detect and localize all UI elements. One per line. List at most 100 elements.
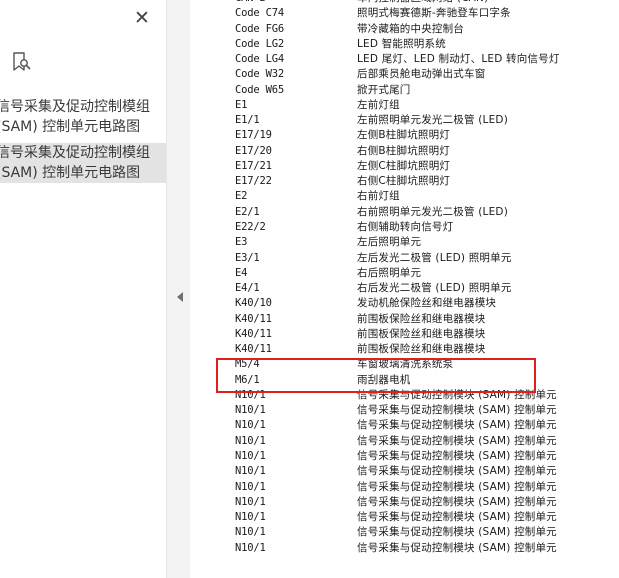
component-description: 照明式梅赛德斯-奔驰登车口字条 bbox=[357, 7, 511, 20]
legend-row: M5/4 车窗玻璃清洗系统泵 bbox=[190, 357, 619, 372]
legend-row: K40/10 发动机舱保险丝和继电器模块 bbox=[190, 296, 619, 311]
component-code: N10/1 bbox=[235, 541, 266, 554]
component-description: 信号采集与促动控制模块 (SAM) 控制单元 bbox=[357, 388, 557, 401]
component-description: 前围板保险丝和继电器模块 bbox=[357, 343, 486, 356]
bookmark-item[interactable]: 信号采集及促动控制模组 (SAM) 控制单元电路图 bbox=[0, 97, 166, 137]
component-code: N10/1 bbox=[235, 495, 266, 508]
legend-row: N10/1 信号采集与促动控制模块 (SAM) 控制单元 bbox=[190, 525, 619, 540]
component-code: K40/10 bbox=[235, 297, 272, 310]
legend-row: E17/21 左侧C柱脚坑照明灯 bbox=[190, 159, 619, 174]
component-description: 右前照明单元发光二极管 (LED) bbox=[357, 205, 508, 218]
legend-row: E1 左前灯组 bbox=[190, 98, 619, 113]
bookmark-item-line2: (SAM) 控制单元电路图 bbox=[0, 119, 141, 135]
legend-row: E17/22 右侧C柱脚坑照明灯 bbox=[190, 174, 619, 189]
component-description: 信号采集与促动控制模块 (SAM) 控制单元 bbox=[357, 434, 557, 447]
component-code: Code LG4 bbox=[235, 53, 284, 66]
component-code: M6/1 bbox=[235, 373, 260, 386]
document-page: CAN B 车内控制器区域网络 (CAN) Code C74 照明式梅赛德斯-奔驰登车… bbox=[190, 0, 619, 578]
component-code: N10/1 bbox=[235, 465, 266, 478]
component-code: N10/1 bbox=[235, 511, 266, 524]
legend-row: E2/1 右前照明单元发光二极管 (LED) bbox=[190, 205, 619, 220]
component-code: Code LG2 bbox=[235, 37, 284, 50]
component-code: N10/1 bbox=[235, 526, 266, 539]
component-code: CAN B bbox=[235, 0, 266, 6]
legend-row: M6/1 雨刮器电机 bbox=[190, 373, 619, 388]
legend-row: E3/1 左后发光二极管 (LED) 照明单元 bbox=[190, 251, 619, 266]
component-description: 信号采集与促动控制模块 (SAM) 控制单元 bbox=[357, 465, 557, 478]
component-description: 右侧B柱脚坑照明灯 bbox=[357, 144, 451, 157]
legend-row: E2 右前灯组 bbox=[190, 189, 619, 204]
legend-row: N10/1 信号采集与促动控制模块 (SAM) 控制单元 bbox=[190, 418, 619, 433]
component-description: 前围板保险丝和继电器模块 bbox=[357, 312, 486, 325]
legend-row: Code FG6 带冷藏箱的中央控制台 bbox=[190, 22, 619, 37]
bookmark-panel: ✕ 信号采集及促动控制模组 (SAM) 控制单元电路图 信号采集及促动控制模组 … bbox=[0, 0, 166, 578]
component-description: 信号采集与促动控制模块 (SAM) 控制单元 bbox=[357, 419, 557, 432]
legend-row: N10/1 信号采集与促动控制模块 (SAM) 控制单元 bbox=[190, 464, 619, 479]
legend-row: N10/1 信号采集与促动控制模块 (SAM) 控制单元 bbox=[190, 403, 619, 418]
component-code: Code W65 bbox=[235, 83, 284, 96]
component-code: N10/1 bbox=[235, 480, 266, 493]
legend-row: K40/11 前围板保险丝和继电器模块 bbox=[190, 312, 619, 327]
component-description: 信号采集与促动控制模块 (SAM) 控制单元 bbox=[357, 541, 557, 554]
legend-row: K40/11 前围板保险丝和继电器模块 bbox=[190, 342, 619, 357]
component-code: E4/1 bbox=[235, 282, 260, 295]
component-code: Code W32 bbox=[235, 68, 284, 81]
component-code: E4 bbox=[235, 266, 248, 279]
component-description: 右前灯组 bbox=[357, 190, 400, 203]
component-code: E17/21 bbox=[235, 159, 272, 172]
component-code: E17/19 bbox=[235, 129, 272, 142]
component-description: 雨刮器电机 bbox=[357, 373, 411, 386]
bookmark-item-line2: (SAM) 控制单元电路图 bbox=[0, 165, 141, 181]
component-description: 信号采集与促动控制模块 (SAM) 控制单元 bbox=[357, 495, 557, 508]
legend-row: Code W32 后部乘员舱电动弹出式车窗 bbox=[190, 67, 619, 82]
legend-row: Code LG2 LED 智能照明系统 bbox=[190, 37, 619, 52]
legend-row: E4/1 右后发光二极管 (LED) 照明单元 bbox=[190, 281, 619, 296]
component-description: 带冷藏箱的中央控制台 bbox=[357, 22, 464, 35]
legend-row: E17/19 左侧B柱脚坑照明灯 bbox=[190, 128, 619, 143]
bookmark-search-icon[interactable] bbox=[9, 50, 33, 74]
legend-row: E4 右后照明单元 bbox=[190, 266, 619, 281]
component-description: 右后发光二极管 (LED) 照明单元 bbox=[357, 282, 512, 295]
component-code: M5/4 bbox=[235, 358, 260, 371]
component-code: N10/1 bbox=[235, 388, 266, 401]
legend-row: N10/1 信号采集与促动控制模块 (SAM) 控制单元 bbox=[190, 449, 619, 464]
legend-row: E22/2 右侧辅助转向信号灯 bbox=[190, 220, 619, 235]
legend-row: E17/20 右侧B柱脚坑照明灯 bbox=[190, 144, 619, 159]
legend-row: E3 左后照明单元 bbox=[190, 235, 619, 250]
component-code: E22/2 bbox=[235, 220, 266, 233]
component-code: K40/11 bbox=[235, 312, 272, 325]
legend-row: N10/1 信号采集与促动控制模块 (SAM) 控制单元 bbox=[190, 480, 619, 495]
component-description: 掀开式尾门 bbox=[357, 83, 411, 96]
component-description: 左后照明单元 bbox=[357, 236, 422, 249]
legend-row: Code W65 掀开式尾门 bbox=[190, 83, 619, 98]
bookmark-item-line1: 信号采集及促动控制模组 bbox=[0, 145, 150, 161]
close-icon[interactable]: ✕ bbox=[131, 7, 153, 29]
component-description: 前围板保险丝和继电器模块 bbox=[357, 327, 486, 340]
legend-list: CAN B 车内控制器区域网络 (CAN) Code C74 照明式梅赛德斯-奔驰登车… bbox=[190, 0, 619, 556]
component-description: 信号采集与促动控制模块 (SAM) 控制单元 bbox=[357, 480, 557, 493]
component-description: 信号采集与促动控制模块 (SAM) 控制单元 bbox=[357, 511, 557, 524]
bookmark-item-line1: 信号采集及促动控制模组 bbox=[0, 99, 150, 115]
legend-row: N10/1 信号采集与促动控制模块 (SAM) 控制单元 bbox=[190, 510, 619, 525]
component-description: 后部乘员舱电动弹出式车窗 bbox=[357, 68, 486, 81]
component-code: N10/1 bbox=[235, 434, 266, 447]
component-description: 车窗玻璃清洗系统泵 bbox=[357, 358, 454, 371]
legend-row: K40/11 前围板保险丝和继电器模块 bbox=[190, 327, 619, 342]
component-description: 左前灯组 bbox=[357, 98, 400, 111]
component-description: 左侧C柱脚坑照明灯 bbox=[357, 159, 451, 172]
panel-splitter[interactable] bbox=[166, 0, 190, 578]
component-description: LED 智能照明系统 bbox=[357, 37, 446, 50]
legend-row: E1/1 左前照明单元发光二极管 (LED) bbox=[190, 113, 619, 128]
legend-row: N10/1 信号采集与促动控制模块 (SAM) 控制单元 bbox=[190, 541, 619, 556]
component-code: K40/11 bbox=[235, 327, 272, 340]
component-code: K40/11 bbox=[235, 343, 272, 356]
component-description: 左侧B柱脚坑照明灯 bbox=[357, 129, 451, 142]
collapse-left-arrow-icon[interactable] bbox=[177, 292, 183, 302]
bookmark-item-selected[interactable]: 信号采集及促动控制模组 (SAM) 控制单元电路图 bbox=[0, 143, 166, 183]
component-code: Code C74 bbox=[235, 7, 284, 20]
component-description: 信号采集与促动控制模块 (SAM) 控制单元 bbox=[357, 404, 557, 417]
component-description: 右侧辅助转向信号灯 bbox=[357, 220, 454, 233]
legend-row: N10/1 信号采集与促动控制模块 (SAM) 控制单元 bbox=[190, 388, 619, 403]
component-code: E2/1 bbox=[235, 205, 260, 218]
component-description: 左后发光二极管 (LED) 照明单元 bbox=[357, 251, 512, 264]
